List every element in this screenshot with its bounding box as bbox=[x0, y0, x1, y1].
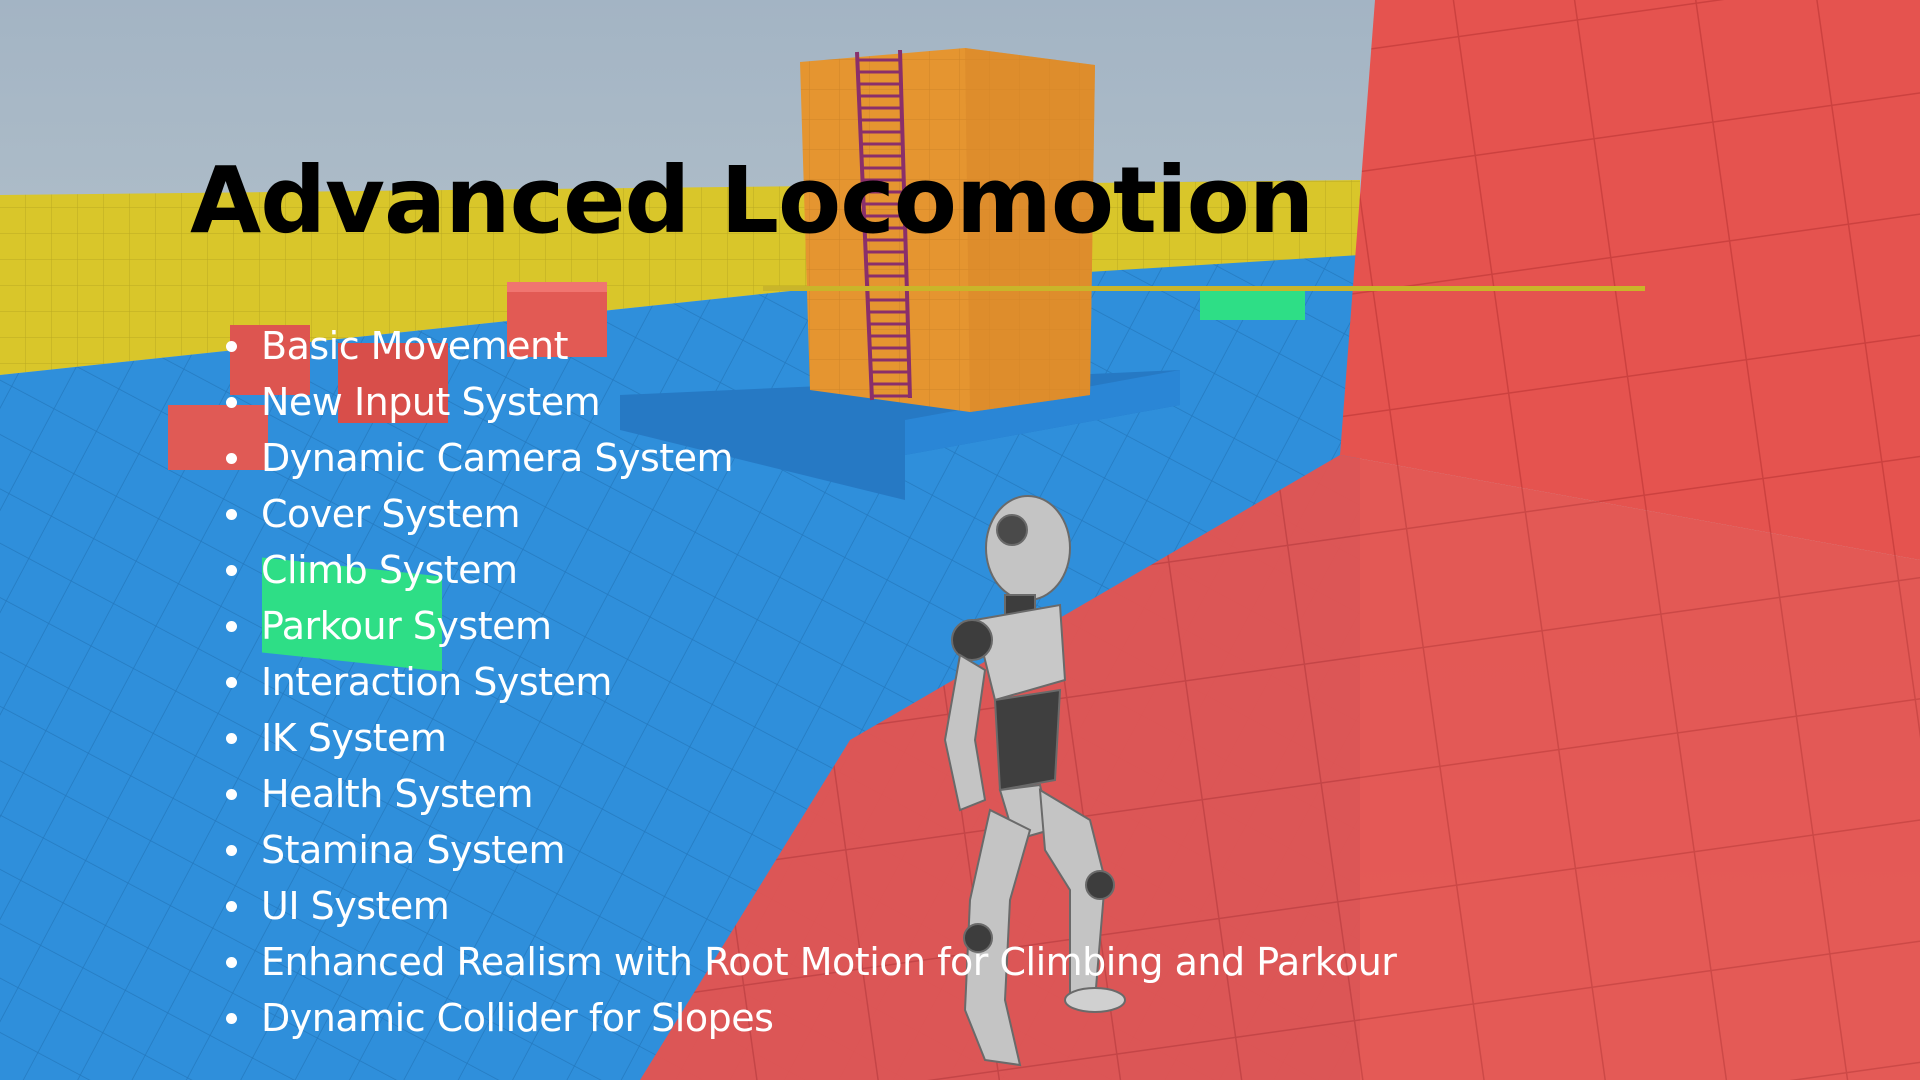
bullet-icon bbox=[226, 509, 237, 520]
slide-title: Advanced Locomotion bbox=[190, 147, 1314, 254]
feature-label: Parkour System bbox=[261, 604, 552, 648]
bullet-icon bbox=[226, 397, 237, 408]
feature-item: Stamina System bbox=[222, 822, 1396, 878]
title-divider bbox=[763, 286, 1645, 291]
bullet-icon bbox=[226, 341, 237, 352]
feature-item: Dynamic Camera System bbox=[222, 430, 1396, 486]
feature-item: Interaction System bbox=[222, 654, 1396, 710]
feature-item: IK System bbox=[222, 710, 1396, 766]
bullet-icon bbox=[226, 453, 237, 464]
feature-label: IK System bbox=[261, 716, 447, 760]
feature-label: UI System bbox=[261, 884, 450, 928]
green-block bbox=[1200, 290, 1305, 320]
bullet-icon bbox=[226, 901, 237, 912]
bullet-icon bbox=[226, 733, 237, 744]
feature-item: Enhanced Realism with Root Motion for Cl… bbox=[222, 934, 1397, 990]
bullet-icon bbox=[226, 1013, 237, 1024]
feature-label: Cover System bbox=[261, 492, 521, 536]
bullet-icon bbox=[226, 677, 237, 688]
feature-label: Enhanced Realism with Root Motion for Cl… bbox=[261, 940, 1397, 984]
feature-label: Stamina System bbox=[261, 828, 566, 872]
feature-label: Climb System bbox=[261, 548, 518, 592]
bullet-icon bbox=[226, 957, 237, 968]
feature-item: UI System bbox=[222, 878, 1396, 934]
feature-label: Dynamic Camera System bbox=[261, 436, 734, 480]
feature-item: Dynamic Collider for Slopes bbox=[222, 990, 1396, 1046]
bullet-icon bbox=[226, 621, 237, 632]
feature-label: Basic Movement bbox=[261, 324, 568, 368]
bullet-icon bbox=[226, 565, 237, 576]
feature-item: Health System bbox=[222, 766, 1396, 822]
feature-item: Basic Movement bbox=[222, 318, 1396, 374]
bullet-icon bbox=[226, 845, 237, 856]
bullet-icon bbox=[226, 789, 237, 800]
feature-item: Parkour System bbox=[222, 598, 1396, 654]
feature-list: Basic Movement New Input System Dynamic … bbox=[222, 318, 1397, 1046]
feature-label: Health System bbox=[261, 772, 534, 816]
feature-item: Climb System bbox=[222, 542, 1396, 598]
feature-label: Interaction System bbox=[261, 660, 612, 704]
feature-item: Cover System bbox=[222, 486, 1396, 542]
feature-label: New Input System bbox=[261, 380, 601, 424]
feature-label: Dynamic Collider for Slopes bbox=[261, 996, 774, 1040]
feature-item: New Input System bbox=[222, 374, 1396, 430]
